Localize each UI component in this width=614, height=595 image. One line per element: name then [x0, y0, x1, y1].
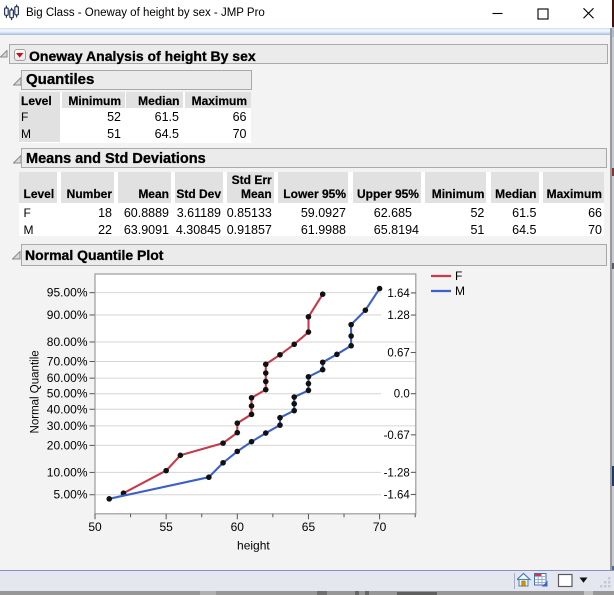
- svg-text:1.28: 1.28: [387, 310, 409, 322]
- svg-text:50.00%: 50.00%: [47, 387, 88, 401]
- svg-text:-0.67: -0.67: [384, 430, 410, 442]
- svg-text:10.00%: 10.00%: [47, 465, 88, 479]
- svg-text:55: 55: [159, 520, 173, 534]
- svg-text:80.00%: 80.00%: [47, 335, 88, 349]
- svg-text:-1.28: -1.28: [384, 467, 410, 479]
- svg-text:F: F: [455, 269, 462, 283]
- svg-text:M: M: [455, 284, 465, 298]
- svg-text:0.0: 0.0: [394, 389, 410, 401]
- svg-text:20.00%: 20.00%: [47, 438, 88, 452]
- svg-text:30.00%: 30.00%: [47, 419, 88, 433]
- svg-text:90.00%: 90.00%: [47, 308, 88, 322]
- svg-text:height: height: [237, 539, 270, 553]
- svg-text:1.64: 1.64: [387, 288, 410, 300]
- svg-text:70: 70: [373, 520, 387, 534]
- svg-text:-1.64: -1.64: [384, 489, 411, 501]
- svg-text:50: 50: [88, 520, 102, 534]
- svg-text:60: 60: [231, 520, 245, 534]
- svg-text:60.00%: 60.00%: [47, 371, 88, 385]
- svg-text:40.00%: 40.00%: [47, 402, 88, 416]
- svg-text:70.00%: 70.00%: [47, 354, 88, 368]
- svg-text:95.00%: 95.00%: [47, 286, 88, 300]
- svg-text:5.00%: 5.00%: [53, 488, 87, 502]
- svg-text:Normal Quantile: Normal Quantile: [30, 350, 42, 433]
- svg-text:65: 65: [302, 520, 316, 534]
- svg-text:0.67: 0.67: [387, 348, 409, 360]
